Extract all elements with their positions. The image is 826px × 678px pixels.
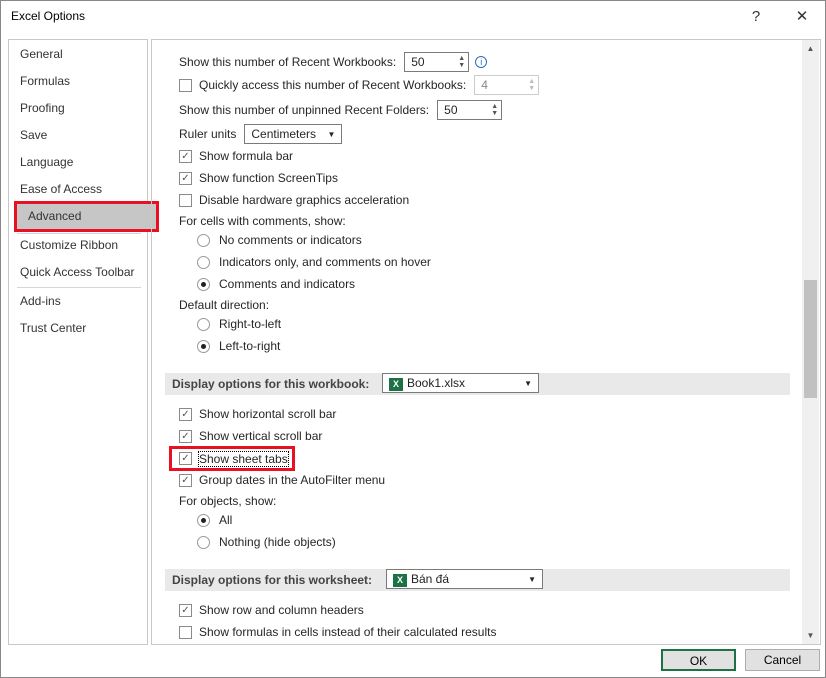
spin-arrows-icon[interactable]: ▲ ▼	[491, 103, 498, 117]
ruler-units-label: Ruler units	[179, 127, 237, 141]
scroll-down-icon[interactable]: ▼	[802, 627, 819, 644]
screentips-checkbox[interactable]: ✓	[179, 171, 192, 185]
close-button[interactable]: ✕	[787, 5, 817, 29]
right-to-left-radio[interactable]	[197, 317, 210, 331]
row-col-headers-checkbox[interactable]: ✓	[179, 603, 192, 617]
nav-save[interactable]: Save	[9, 122, 147, 149]
hscroll-checkbox[interactable]: ✓	[179, 407, 192, 421]
label: Show row and column headers	[199, 603, 364, 617]
quick-access-label: Quickly access this number of Recent Wor…	[199, 78, 467, 92]
left-to-right-radio[interactable]	[197, 339, 210, 353]
vscroll-checkbox[interactable]: ✓	[179, 429, 192, 443]
objects-label: For objects, show:	[179, 494, 277, 508]
label: Nothing (hide objects)	[219, 535, 336, 549]
scroll-thumb[interactable]	[804, 280, 817, 398]
nav-proofing[interactable]: Proofing	[9, 95, 147, 122]
value: 4	[481, 78, 488, 92]
nav-formulas[interactable]: Formulas	[9, 68, 147, 95]
scroll-up-icon[interactable]: ▲	[802, 40, 819, 57]
chevron-down-icon: ▼	[327, 129, 336, 139]
nav-trust-center[interactable]: Trust Center	[9, 315, 147, 342]
worksheet-section-header: Display options for this worksheet: X Bán…	[165, 569, 790, 591]
hw-accel-checkbox[interactable]	[179, 193, 192, 207]
label: Left-to-right	[219, 339, 281, 353]
quick-access-spinner[interactable]: 4 ▲ ▼	[474, 75, 540, 95]
workbook-section-header: Display options for this workbook: X Book…	[165, 373, 790, 395]
value: 50	[411, 55, 425, 69]
worksheet-select[interactable]: X Bán đá ▼	[386, 569, 543, 589]
vertical-scrollbar[interactable]: ▲ ▼	[802, 40, 819, 644]
nav-add-ins[interactable]: Add-ins	[9, 288, 147, 315]
label: Disable hardware graphics acceleration	[199, 193, 410, 207]
value: Centimeters	[251, 127, 317, 141]
ok-button[interactable]: OK	[661, 649, 736, 671]
label: Display options for this worksheet:	[172, 573, 373, 587]
excel-icon: X	[389, 377, 403, 391]
label: No comments or indicators	[219, 233, 362, 247]
advanced-options-pane: Show this number of Recent Workbooks: 50…	[151, 39, 821, 645]
label: Display options for this workbook:	[172, 377, 370, 391]
group-dates-checkbox[interactable]: ✓	[179, 473, 192, 487]
formula-bar-checkbox[interactable]: ✓	[179, 149, 192, 163]
label: Show vertical scroll bar	[199, 429, 323, 443]
label: Right-to-left	[219, 317, 282, 331]
nav-quick-access-toolbar[interactable]: Quick Access Toolbar	[9, 259, 147, 286]
chevron-down-icon: ▼	[528, 574, 536, 584]
label: Show sheet tabs	[198, 450, 289, 467]
label: Show formulas in cells instead of their …	[199, 625, 497, 639]
no-comments-radio[interactable]	[197, 233, 210, 247]
nav-customize-ribbon[interactable]: Customize Ribbon	[9, 232, 147, 259]
label: Group dates in the AutoFilter menu	[199, 473, 386, 487]
help-button[interactable]: ?	[741, 5, 771, 29]
nav-ease-of-access[interactable]: Ease of Access	[9, 176, 147, 203]
nav-language[interactable]: Language	[9, 149, 147, 176]
comments-and-indicators-radio[interactable]	[197, 277, 210, 291]
recent-folders-label: Show this number of unpinned Recent Fold…	[179, 103, 430, 117]
label: Show function ScreenTips	[199, 171, 338, 185]
workbook-select[interactable]: X Book1.xlsx ▼	[382, 373, 539, 393]
recent-workbooks-spinner[interactable]: 50 ▲ ▼	[404, 52, 470, 72]
spin-arrows-icon[interactable]: ▲ ▼	[458, 55, 465, 69]
nav-advanced[interactable]: Advanced	[14, 201, 159, 232]
indicators-only-radio[interactable]	[197, 255, 210, 269]
recent-workbooks-label: Show this number of Recent Workbooks:	[179, 55, 397, 69]
window-title: Excel Options	[11, 9, 86, 23]
cancel-button[interactable]: Cancel	[745, 649, 820, 671]
spin-arrows-icon: ▲ ▼	[528, 78, 536, 92]
label: Show formula bar	[199, 149, 294, 163]
value: 50	[444, 103, 458, 117]
highlight-box: ✓ Show sheet tabs	[169, 446, 295, 471]
info-icon: i	[475, 56, 488, 68]
label: Show horizontal scroll bar	[199, 407, 337, 421]
direction-label: Default direction:	[179, 298, 270, 312]
label: Indicators only, and comments on hover	[219, 255, 431, 269]
show-formulas-checkbox[interactable]	[179, 625, 192, 639]
sheet-tabs-checkbox[interactable]: ✓	[179, 452, 192, 465]
label: Comments and indicators	[219, 277, 356, 291]
value: Bán đá	[411, 571, 450, 586]
objects-nothing-radio[interactable]	[197, 535, 210, 549]
nav-general[interactable]: General	[9, 41, 147, 68]
objects-all-radio[interactable]	[197, 513, 210, 527]
comments-label: For cells with comments, show:	[179, 214, 346, 228]
recent-folders-spinner[interactable]: 50 ▲ ▼	[437, 100, 503, 120]
value: Book1.xlsx	[407, 375, 466, 390]
chevron-down-icon: ▼	[524, 378, 532, 388]
label: All	[219, 513, 233, 527]
sheet-icon: X	[393, 573, 407, 587]
quick-access-checkbox[interactable]	[179, 78, 192, 92]
category-nav: General Formulas Proofing Save Language …	[8, 39, 159, 645]
ruler-units-select[interactable]: Centimeters ▼	[244, 124, 343, 144]
